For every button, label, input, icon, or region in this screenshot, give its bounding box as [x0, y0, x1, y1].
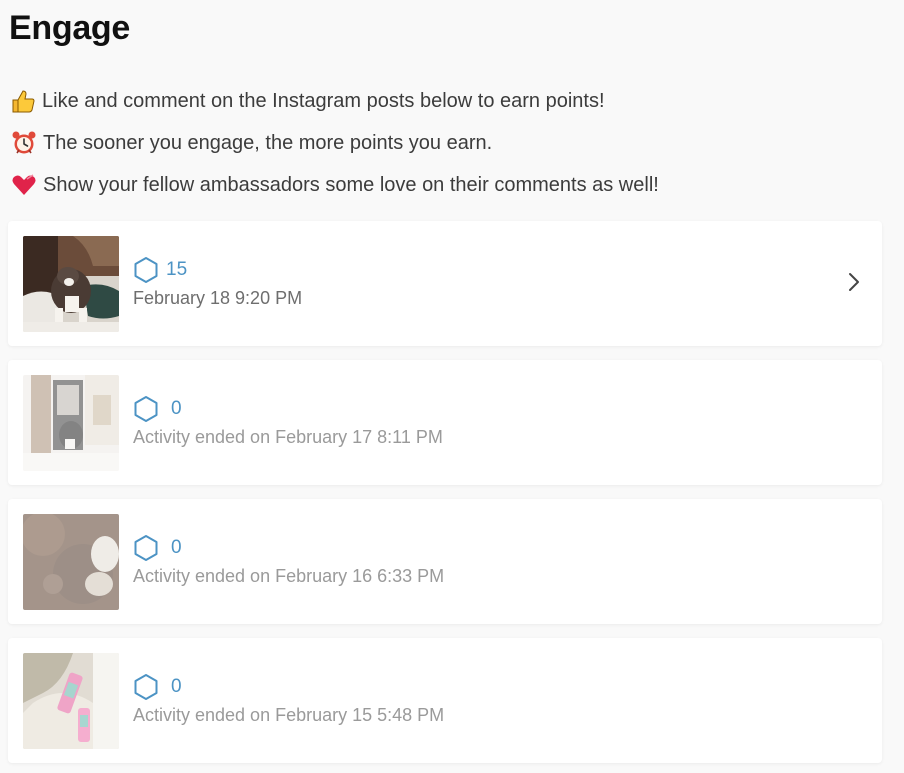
post-date: Activity ended on February 15 5:48 PM: [133, 705, 445, 725]
tip-show-love: Show your fellow ambassadors some love o…: [10, 172, 659, 198]
post-thumbnail: [23, 653, 119, 749]
post-card[interactable]: 0 Activity ended on February 17 8:11 PM: [8, 360, 882, 485]
hexagon-points-icon: [134, 396, 158, 422]
hexagon-points-icon: [134, 257, 158, 283]
tip-like-comment: Like and comment on the Instagram posts …: [10, 88, 605, 114]
page-title: Engage: [9, 9, 131, 47]
alarm-clock-icon: [12, 131, 36, 154]
points-display: 0: [133, 673, 182, 701]
tip-text: Like and comment on the Instagram posts …: [42, 90, 605, 112]
points-value: 0: [171, 537, 182, 558]
post-card[interactable]: 0 Activity ended on February 16 6:33 PM: [8, 499, 882, 624]
post-card[interactable]: 15 February 18 9:20 PM: [8, 221, 882, 346]
chevron-right-icon[interactable]: [846, 271, 862, 293]
post-date: Activity ended on February 17 8:11 PM: [133, 427, 443, 447]
post-thumbnail: [23, 375, 119, 471]
post-thumbnail: [23, 514, 119, 610]
points-value: 0: [171, 398, 182, 419]
points-display: 0: [133, 395, 182, 423]
points-value: 0: [171, 676, 182, 697]
post-thumbnail: [23, 236, 119, 332]
points-display: 0: [133, 534, 182, 562]
hexagon-points-icon: [134, 535, 158, 561]
points-display: 15: [133, 256, 187, 284]
post-card[interactable]: 0 Activity ended on February 15 5:48 PM: [8, 638, 882, 763]
hexagon-points-icon: [134, 674, 158, 700]
tip-text: The sooner you engage, the more points y…: [43, 132, 493, 154]
points-value: 15: [166, 259, 188, 280]
heart-icon: [12, 174, 36, 195]
thumbs-up-icon: [12, 90, 35, 113]
post-date: February 18 9:20 PM: [133, 288, 303, 308]
engage-page: Engage Like and comment on the Instagram…: [0, 0, 904, 773]
tip-text: Show your fellow ambassadors some love o…: [43, 174, 659, 196]
tip-engage-sooner: The sooner you engage, the more points y…: [10, 130, 492, 156]
post-date: Activity ended on February 16 6:33 PM: [133, 566, 445, 586]
